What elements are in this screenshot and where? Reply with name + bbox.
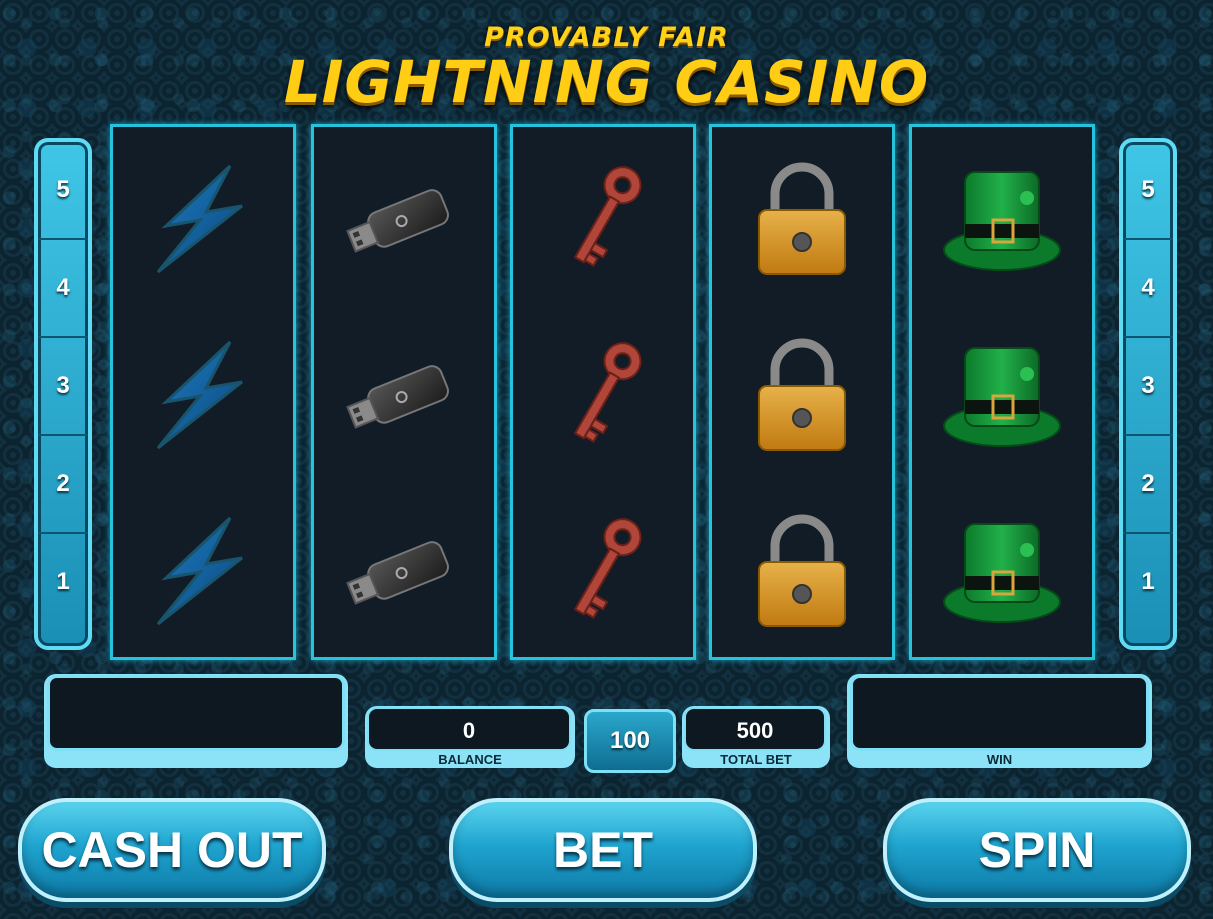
symbol-cell: [314, 131, 494, 307]
symbol-cell: [712, 307, 892, 483]
lightning-bolt-icon: [138, 330, 268, 460]
reel-5: [909, 124, 1095, 660]
symbol-cell: [912, 131, 1092, 307]
payline-3-left[interactable]: 3: [38, 338, 88, 436]
reel-4: [709, 124, 895, 660]
padlock-icon: [737, 154, 867, 284]
key-icon: [538, 330, 668, 460]
spin-button[interactable]: SPIN: [883, 798, 1191, 902]
total-bet-value: 500: [736, 718, 774, 743]
leprechaun-hat-icon: [937, 506, 1067, 636]
symbol-cell: [113, 131, 293, 307]
payline-1-left[interactable]: 1: [38, 534, 88, 630]
balance-label: BALANCE: [438, 752, 502, 767]
payline-3-right[interactable]: 3: [1123, 338, 1173, 436]
symbol-cell: [113, 307, 293, 483]
lightning-bolt-icon: [138, 154, 268, 284]
usb-drive-icon: [339, 154, 469, 284]
lightning-bolt-icon: [138, 506, 268, 636]
bet-button[interactable]: BET: [449, 798, 757, 902]
payline-1-right[interactable]: 1: [1123, 534, 1173, 630]
payline-indicator-left: 5 4 3 2 1: [34, 138, 92, 650]
message-panel: [47, 675, 345, 751]
payline-5-left[interactable]: 5: [38, 142, 88, 240]
win-display: [850, 675, 1149, 751]
total-bet-label: TOTAL BET: [720, 752, 792, 767]
payline-5-right[interactable]: 5: [1123, 142, 1173, 240]
reel-1: [110, 124, 296, 660]
usb-drive-icon: [339, 506, 469, 636]
leprechaun-hat-icon: [937, 154, 1067, 284]
win-label: WIN: [986, 752, 1013, 767]
symbol-cell: [314, 483, 494, 659]
usb-drive-icon: [339, 330, 469, 460]
symbol-cell: [912, 307, 1092, 483]
padlock-icon: [737, 506, 867, 636]
reel-2: [311, 124, 497, 660]
game-title: PROVABLY FAIR LIGHTNING CASINO: [0, 22, 1213, 111]
payline-indicator-right: 5 4 3 2 1: [1119, 138, 1177, 650]
symbol-cell: [912, 483, 1092, 659]
payline-2-right[interactable]: 2: [1123, 436, 1173, 534]
balance-value: 0: [462, 718, 476, 743]
bet-amount[interactable]: 100: [584, 709, 676, 773]
symbol-cell: [513, 131, 693, 307]
cash-out-button[interactable]: CASH OUT: [18, 798, 326, 902]
payline-2-left[interactable]: 2: [38, 436, 88, 534]
symbol-cell: [113, 483, 293, 659]
key-icon: [538, 154, 668, 284]
symbol-cell: [314, 307, 494, 483]
reel-3: [510, 124, 696, 660]
padlock-icon: [737, 330, 867, 460]
leprechaun-hat-icon: [937, 330, 1067, 460]
symbol-cell: [712, 131, 892, 307]
symbol-cell: [513, 483, 693, 659]
symbol-cell: [712, 483, 892, 659]
payline-4-right[interactable]: 4: [1123, 240, 1173, 338]
title-main: LIGHTNING CASINO: [283, 48, 930, 116]
key-icon: [538, 506, 668, 636]
symbol-cell: [513, 307, 693, 483]
payline-4-left[interactable]: 4: [38, 240, 88, 338]
